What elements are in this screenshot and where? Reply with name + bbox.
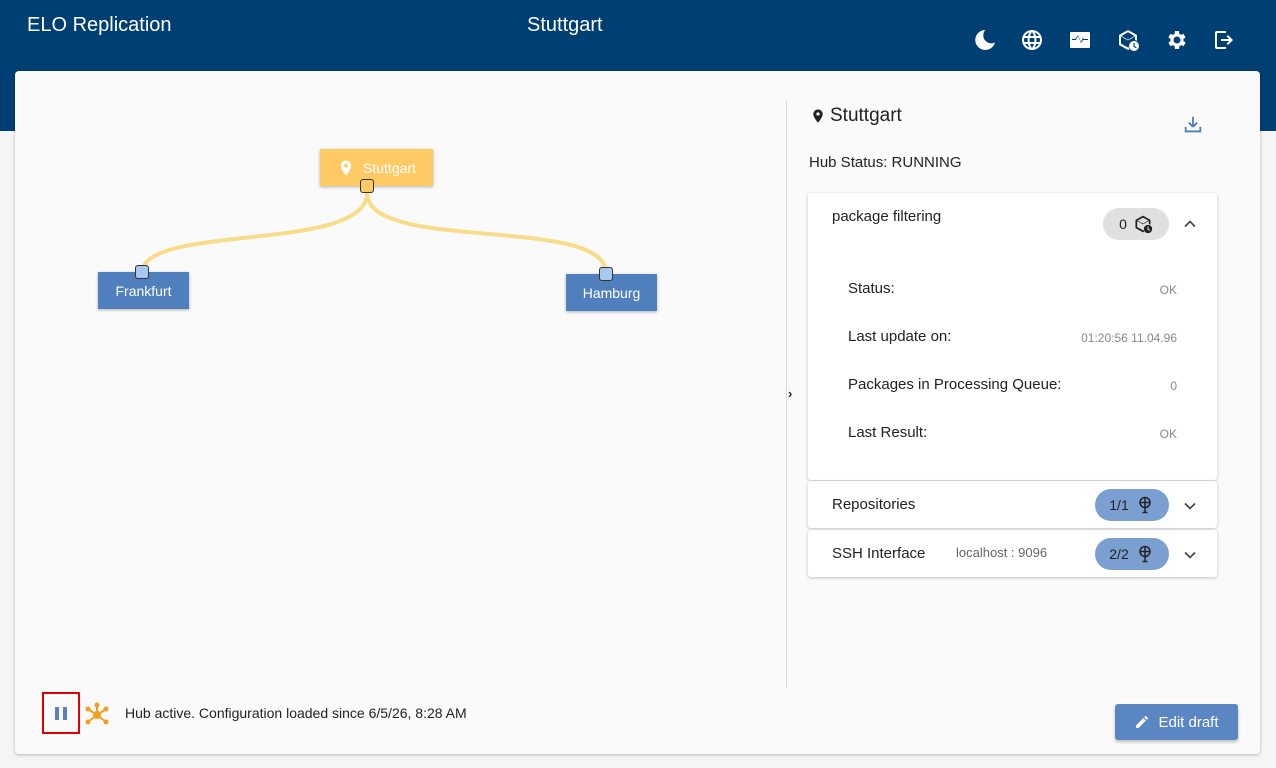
repositories-count-chip: 1/1: [1095, 489, 1169, 521]
map-pin-icon: [813, 109, 823, 123]
replication-graph: Stuttgart Frankfurt Hamburg: [15, 71, 785, 671]
node-port[interactable]: [135, 265, 149, 279]
package-clock-icon[interactable]: [1115, 27, 1141, 53]
hub-status-message: Hub active. Configuration loaded since 6…: [125, 705, 467, 721]
status-value: OK: [1159, 283, 1177, 297]
network-globe-icon: [1138, 545, 1151, 563]
edge-stuttgart-frankfurt: [140, 192, 369, 274]
status-label: Status:: [848, 280, 895, 297]
pencil-icon: [1136, 716, 1149, 728]
repositories-count: 1/1: [1109, 497, 1129, 513]
last-update-value: 01:20:56 11.04.96: [1081, 331, 1177, 345]
app-title: ELO Replication: [27, 14, 172, 36]
chevron-down-icon[interactable]: [1180, 545, 1200, 565]
package-filtering-header[interactable]: package filtering: [832, 208, 941, 225]
repositories-header[interactable]: Repositories: [832, 496, 915, 513]
chevron-down-icon[interactable]: [1180, 496, 1200, 516]
node-stuttgart[interactable]: Stuttgart: [320, 149, 433, 186]
node-port[interactable]: [599, 267, 613, 281]
package-clock-icon: [1135, 215, 1153, 234]
pause-icon: [55, 706, 59, 720]
panel-title-text: Stuttgart: [830, 105, 902, 126]
main-card: Stuttgart Frankfurt Hamburg › Stuttgart …: [15, 71, 1260, 754]
logout-icon[interactable]: [1211, 27, 1237, 53]
settings-gear-icon[interactable]: [1163, 27, 1189, 53]
queue-value: 0: [1170, 379, 1177, 393]
hub-status: Hub Status: RUNNING: [809, 154, 962, 171]
dark-mode-icon[interactable]: [972, 27, 998, 53]
download-icon[interactable]: [1182, 114, 1204, 136]
last-result-label: Last Result:: [848, 424, 928, 441]
node-label: Hamburg: [582, 284, 641, 301]
panel-divider: [786, 101, 787, 688]
node-label: Stuttgart: [363, 159, 416, 176]
repositories-panel: Repositories 1/1: [808, 481, 1217, 528]
collapse-panel-icon[interactable]: ›: [788, 387, 800, 401]
node-port[interactable]: [360, 179, 374, 193]
package-count-chip: 0: [1103, 208, 1169, 240]
edge-stuttgart-hamburg: [365, 192, 608, 274]
hub-icon: [85, 702, 109, 725]
last-result-value: OK: [1159, 427, 1177, 441]
queue-label: Packages in Processing Queue:: [848, 376, 1062, 393]
network-globe-icon: [1138, 496, 1151, 514]
edit-draft-label: Edit draft: [1158, 713, 1219, 731]
ssh-host: localhost : 9096: [956, 545, 1048, 560]
monitor-pulse-icon[interactable]: [1067, 27, 1093, 53]
ssh-interface-panel: SSH Interface localhost : 9096 2/2: [808, 530, 1217, 577]
package-filtering-panel: package filtering 0 Status: OK Last upda…: [808, 193, 1217, 480]
panel-title: Stuttgart: [810, 105, 902, 127]
node-label: Frankfurt: [115, 282, 172, 299]
chevron-up-icon[interactable]: [1180, 214, 1200, 234]
globe-icon[interactable]: [1019, 27, 1045, 53]
ssh-count-chip: 2/2: [1095, 538, 1169, 570]
edit-draft-button[interactable]: Edit draft: [1115, 704, 1238, 740]
ssh-interface-header[interactable]: SSH Interface: [832, 545, 925, 562]
map-pin-icon: [340, 160, 352, 175]
page-heading: Stuttgart: [527, 14, 603, 36]
package-count: 0: [1119, 216, 1127, 232]
pause-button[interactable]: [42, 692, 80, 734]
ssh-count: 2/2: [1109, 546, 1129, 562]
last-update-label: Last update on:: [848, 328, 952, 345]
